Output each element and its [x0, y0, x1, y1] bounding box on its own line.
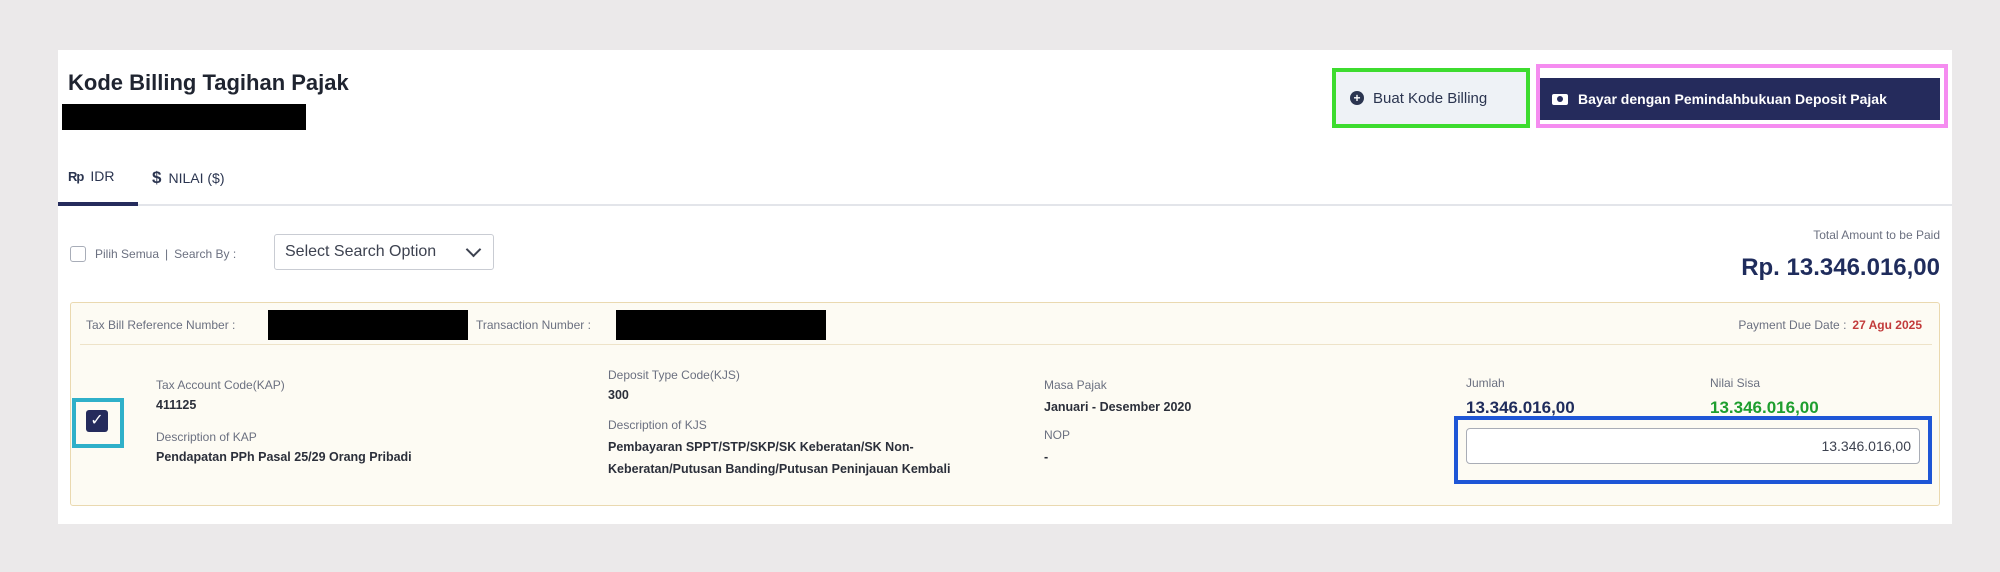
total-amount-label: Total Amount to be Paid	[1813, 228, 1940, 242]
total-amount-value: Rp. 13.346.016,00	[1741, 254, 1940, 281]
buat-kode-billing-button[interactable]: + Buat Kode Billing	[1332, 68, 1530, 128]
nilai-sisa-label: Nilai Sisa	[1710, 376, 1761, 390]
jumlah-label: Jumlah	[1466, 376, 1505, 390]
page-title: Kode Billing Tagihan Pajak	[68, 70, 349, 95]
masa-pajak-value: Januari - Desember 2020	[1044, 400, 1192, 414]
kap-label: Tax Account Code(KAP)	[156, 378, 285, 392]
buat-kode-billing-label: Buat Kode Billing	[1373, 89, 1488, 107]
select-all-label: Pilih Semua	[95, 247, 160, 261]
tab-active-indicator	[58, 202, 138, 206]
masa-pajak-label: Masa Pajak	[1044, 378, 1107, 392]
payment-amount-input[interactable]	[1466, 428, 1920, 464]
nop-label: NOP	[1044, 428, 1071, 442]
desc-kjs-label: Description of KJS	[608, 418, 707, 432]
plus-circle-icon: +	[1350, 91, 1364, 105]
tab-divider	[58, 204, 1952, 206]
tab-idr-label: IDR	[90, 168, 115, 184]
payment-due-date: Payment Due Date : 27 Agu 2025	[1738, 318, 1922, 332]
filter-bar: Pilih Semua | Search By :	[70, 236, 236, 272]
check-icon: ✓	[90, 412, 104, 429]
filter-separator: |	[165, 247, 169, 261]
redacted-ref-number	[268, 310, 468, 340]
jumlah-value: 13.346.016,00	[1466, 398, 1575, 417]
desc-kjs-line2: Keberatan/Putusan Banding/Putusan Peninj…	[608, 462, 951, 476]
kjs-label: Deposit Type Code(KJS)	[608, 368, 740, 382]
tab-nilai[interactable]: $ NILAI ($)	[152, 168, 224, 188]
due-date-value: 27 Agu 2025	[1852, 318, 1922, 332]
bayar-deposit-button[interactable]: Bayar dengan Pemindahbukuan Deposit Paja…	[1540, 78, 1940, 120]
kap-value: 411125	[156, 398, 197, 412]
search-by-label: Search By :	[174, 247, 237, 261]
transaction-number-label: Transaction Number :	[476, 318, 591, 332]
chevron-down-icon	[465, 241, 482, 258]
nop-value: -	[1044, 450, 1049, 464]
redacted-subtitle	[62, 104, 306, 130]
redacted-transaction-number	[616, 310, 826, 340]
kjs-value: 300	[608, 388, 629, 402]
desc-kap-label: Description of KAP	[156, 430, 257, 444]
desc-kjs-line1: Pembayaran SPPT/STP/SKP/SK Keberatan/SK …	[608, 440, 914, 454]
tab-idr[interactable]: Rp IDR	[68, 168, 114, 184]
money-icon	[1552, 93, 1568, 105]
select-all-checkbox[interactable]	[70, 246, 86, 262]
tab-nilai-label: NILAI ($)	[168, 170, 225, 186]
bill-header-divider	[80, 344, 1932, 345]
bill-row-checkbox[interactable]: ✓	[86, 410, 108, 432]
tax-bill-ref-label: Tax Bill Reference Number :	[86, 318, 236, 332]
search-option-value: Select Search Option	[285, 243, 437, 260]
search-option-select[interactable]: Select Search Option	[274, 234, 494, 270]
nilai-sisa-value: 13.346.016,00	[1710, 398, 1819, 417]
due-date-label: Payment Due Date :	[1738, 318, 1847, 332]
dollar-icon: $	[152, 168, 162, 187]
bayar-deposit-label: Bayar dengan Pemindahbukuan Deposit Paja…	[1578, 91, 1887, 107]
rupiah-icon: Rp	[68, 168, 84, 184]
desc-kap-value: Pendapatan PPh Pasal 25/29 Orang Pribadi	[156, 450, 412, 464]
